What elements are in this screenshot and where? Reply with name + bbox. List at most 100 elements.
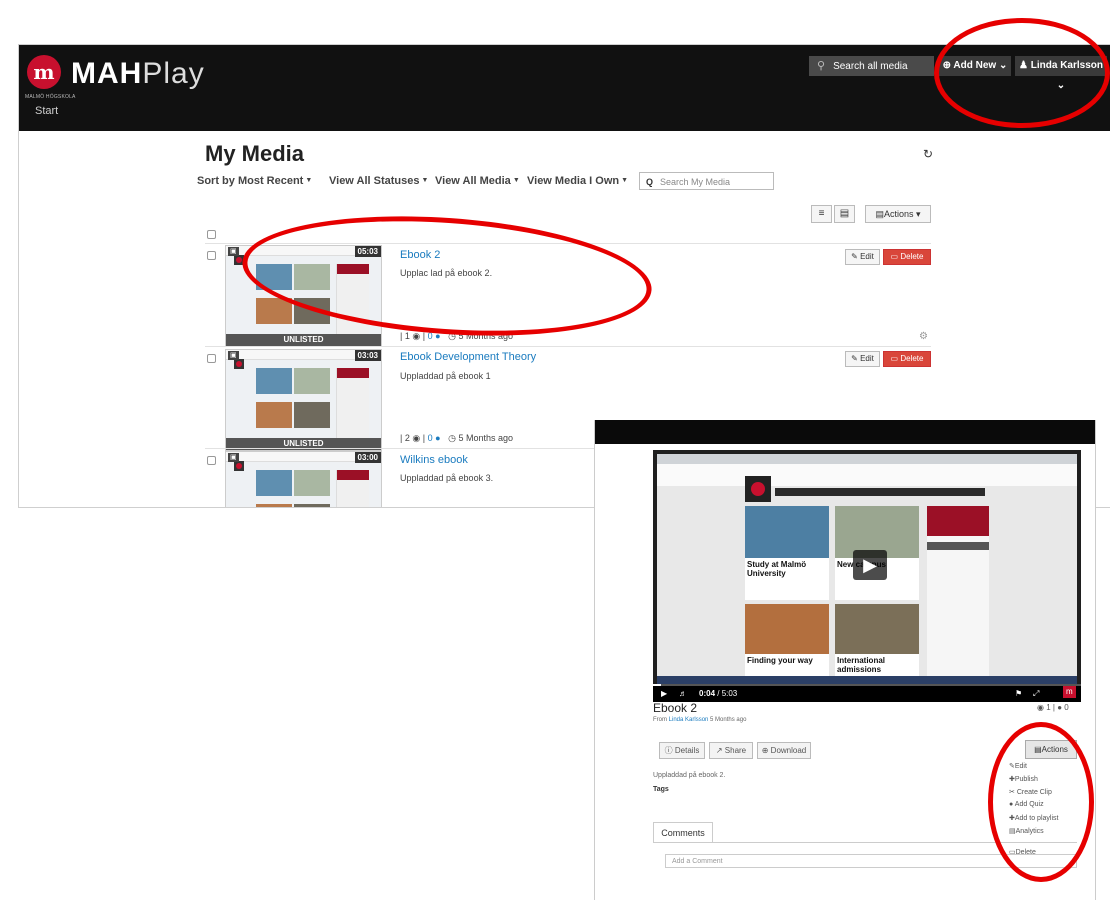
mah-logo-icon[interactable]: m [27, 55, 61, 89]
comments-tab[interactable]: Comments [653, 822, 713, 843]
owner-link[interactable]: Linda Karlsson [669, 717, 709, 723]
media-owner-line: From Linda Karlsson 5 Months ago [653, 717, 746, 723]
play-count: 2 [404, 433, 410, 443]
video-sidebar-banner [927, 506, 989, 536]
select-all-checkbox[interactable] [207, 230, 216, 239]
eye-icon: ◉ [412, 331, 421, 341]
video-caption: Study at Malmö University [747, 560, 807, 578]
film-icon: ▣ [228, 453, 239, 462]
media-title-link[interactable]: Ebook Development Theory [400, 351, 536, 363]
brand-light: Play [142, 57, 205, 90]
search-all-placeholder: Search all media [833, 61, 908, 72]
refresh-icon[interactable]: ↻ [923, 147, 933, 161]
search-my-placeholder: Search My Media [660, 177, 731, 187]
ownership-filter-label: View Media I Own [527, 175, 620, 187]
ownership-filter-dropdown[interactable]: View Media I Own ▼ [527, 175, 628, 187]
caret-down-icon: ▼ [621, 177, 629, 184]
media-description: Uppladdad på ebook 1 [400, 371, 491, 381]
comment-icon: ● [1057, 703, 1063, 712]
media-type-filter-label: View All Media [435, 175, 511, 187]
trash-icon: ▭ [890, 354, 899, 363]
comment-count: 0 [427, 433, 433, 443]
play-icon[interactable]: ▶ [661, 686, 667, 702]
video-image [745, 604, 829, 654]
edit-button[interactable]: ✎ Edit [845, 351, 880, 367]
sort-dropdown[interactable]: Sort by Most Recent ▼ [197, 175, 312, 187]
nav-start-link[interactable]: Start [35, 105, 58, 117]
pencil-icon: ✎ [851, 354, 858, 363]
org-name-small: MALMÖ HÖGSKOLA [25, 94, 76, 100]
brand-title[interactable]: MAHPlay [71, 57, 205, 91]
detailed-view-button[interactable]: ▤ [834, 205, 855, 223]
play-icon[interactable]: ▶ [853, 550, 887, 580]
time-display: 0:04 / 5:03 [699, 689, 738, 698]
media-stats: ◉ 1 | ● 0 [1037, 703, 1069, 712]
media-title-link[interactable]: Wilkins ebook [400, 454, 468, 466]
row-checkbox[interactable] [207, 456, 216, 465]
duration-badge: 03:00 [354, 452, 381, 463]
row-checkbox[interactable] [207, 354, 216, 363]
share-label: Share [724, 746, 747, 755]
details-tab[interactable]: ⓘ Details [659, 742, 705, 759]
status-filter-dropdown[interactable]: View All Statuses ▼ [329, 175, 428, 187]
media-age: 5 Months ago [458, 433, 513, 443]
download-tab[interactable]: ⊕ Download [757, 742, 811, 759]
download-label: Download [770, 746, 807, 755]
search-my-media-input[interactable]: Q Search My Media [639, 172, 774, 190]
video-caption-box: Finding your way [745, 654, 829, 676]
eye-icon: ◉ [1037, 703, 1044, 712]
video-nav [775, 488, 985, 496]
caret-down-icon: ▾ [916, 209, 921, 219]
video-caption: Finding your way [747, 656, 813, 665]
view-count: 1 [1046, 703, 1051, 712]
annotation-ellipse-menu [988, 722, 1094, 882]
status-filter-label: View All Statuses [329, 175, 420, 187]
caret-down-icon: ▼ [305, 177, 313, 184]
divider [205, 346, 931, 347]
annotation-ellipse-header [934, 18, 1110, 128]
media-meta: | 2 ◉ | 0 ● ◷ 5 Months ago [400, 433, 513, 443]
detailed-view-icon: ▤ [839, 208, 850, 219]
video-taskbar [657, 676, 1077, 684]
delete-button[interactable]: ▭ Delete [883, 351, 931, 367]
media-age: 5 Months ago [710, 717, 747, 723]
row-settings-icon[interactable]: ⚙ [919, 331, 928, 342]
info-icon: ⓘ [664, 746, 673, 755]
list-view-icon: ≡ [818, 208, 825, 219]
list-view-button[interactable]: ≡ [811, 205, 832, 223]
flag-icon[interactable]: ⚑ [1015, 686, 1022, 702]
duration-badge: 03:03 [354, 350, 381, 361]
video-frame-header [657, 464, 1077, 486]
bulk-actions-button[interactable]: ▤Actions ▾ [865, 205, 931, 223]
video-logo-mark [751, 482, 765, 496]
media-type-filter-dropdown[interactable]: View All Media ▼ [435, 175, 520, 187]
video-image [835, 604, 919, 654]
media-thumbnail[interactable]: ▣ 03:00 [225, 451, 382, 507]
media-description: Uppladdad på ebook 3. [400, 473, 494, 483]
row-checkbox[interactable] [207, 251, 216, 260]
edit-button[interactable]: ✎ Edit [845, 249, 880, 265]
film-icon: ▣ [228, 247, 239, 256]
comment-count: 0 [1064, 703, 1069, 712]
search-all-media-input[interactable]: ⚲ Search all media [809, 56, 934, 76]
share-tab[interactable]: ↗ Share [709, 742, 753, 759]
volume-icon[interactable]: ♬ [679, 686, 687, 702]
actions-label: Actions [883, 209, 914, 219]
mah-logo-icon: m [1063, 686, 1076, 698]
edit-label: Edit [860, 252, 874, 261]
tags-label: Tags [653, 786, 669, 793]
search-icon: Q [646, 177, 654, 187]
delete-button[interactable]: ▭ Delete [883, 249, 931, 265]
actions-icon: ▤ [875, 209, 884, 219]
fullscreen-icon[interactable]: ⤢ [1033, 686, 1039, 702]
video-image [745, 506, 829, 558]
search-icon: ⚲ [817, 60, 826, 72]
media-thumbnail[interactable]: ▣ 03:03 UNLISTED [225, 349, 382, 451]
delete-label: Delete [900, 252, 924, 261]
status-label: UNLISTED [226, 334, 381, 346]
brand-bold: MAH [71, 57, 143, 90]
video-frame-browserbar [657, 454, 1077, 464]
clock-icon: ◷ [448, 433, 456, 443]
video-caption-box: International admissions [835, 654, 919, 676]
video-caption: International admissions [837, 656, 886, 674]
